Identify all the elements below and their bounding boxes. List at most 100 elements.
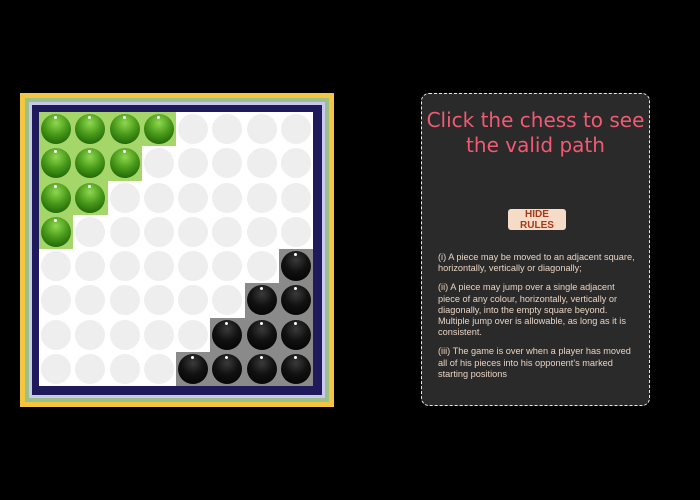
board-cell[interactable] — [210, 215, 244, 249]
board-cell[interactable] — [73, 249, 107, 283]
board-cell[interactable] — [210, 249, 244, 283]
empty-spot[interactable] — [109, 251, 140, 282]
board-cell[interactable] — [279, 215, 313, 249]
board-cell[interactable] — [39, 180, 74, 215]
black-piece[interactable] — [246, 285, 277, 316]
black-piece[interactable] — [212, 353, 243, 384]
hide-rules-button[interactable]: HIDE RULES — [508, 209, 566, 231]
empty-spot[interactable] — [280, 182, 311, 213]
empty-spot[interactable] — [109, 182, 140, 213]
empty-spot[interactable] — [41, 353, 72, 384]
board-cell[interactable] — [73, 146, 108, 181]
board-cell[interactable] — [39, 318, 73, 352]
green-piece[interactable] — [75, 114, 106, 145]
empty-spot[interactable] — [75, 319, 106, 350]
board-cell[interactable] — [107, 146, 142, 181]
empty-spot[interactable] — [212, 216, 243, 247]
empty-spot[interactable] — [143, 182, 174, 213]
board-cell[interactable] — [210, 112, 244, 146]
empty-spot[interactable] — [280, 148, 311, 179]
empty-spot[interactable] — [109, 353, 140, 384]
board-cell[interactable] — [142, 249, 176, 283]
board-cell[interactable] — [176, 181, 210, 215]
board-cell[interactable] — [210, 351, 245, 386]
empty-spot[interactable] — [109, 319, 140, 350]
empty-spot[interactable] — [143, 353, 174, 384]
green-piece[interactable] — [41, 148, 72, 179]
board-cell[interactable] — [278, 351, 313, 386]
board-cell[interactable] — [279, 112, 313, 146]
board-cell[interactable] — [73, 215, 107, 249]
board-cell[interactable] — [39, 283, 73, 317]
empty-spot[interactable] — [212, 114, 243, 145]
black-piece[interactable] — [178, 353, 209, 384]
black-piece[interactable] — [212, 319, 243, 350]
empty-spot[interactable] — [246, 182, 277, 213]
black-piece[interactable] — [280, 285, 311, 316]
board-cell[interactable] — [108, 215, 142, 249]
board-cell[interactable] — [39, 146, 74, 181]
black-piece[interactable] — [280, 319, 311, 350]
board-cell[interactable] — [108, 283, 142, 317]
empty-spot[interactable] — [178, 216, 209, 247]
board-cell[interactable] — [210, 317, 245, 352]
empty-spot[interactable] — [246, 114, 277, 145]
black-piece[interactable] — [246, 353, 277, 384]
empty-spot[interactable] — [280, 216, 311, 247]
empty-spot[interactable] — [75, 285, 106, 316]
board-cell[interactable] — [73, 112, 108, 147]
green-piece[interactable] — [109, 114, 140, 145]
empty-spot[interactable] — [212, 148, 243, 179]
board-cell[interactable] — [73, 318, 107, 352]
board-cell[interactable] — [39, 249, 73, 283]
board-cell[interactable] — [39, 214, 74, 249]
board-cell[interactable] — [244, 283, 279, 318]
board-cell[interactable] — [245, 181, 279, 215]
board-cell[interactable] — [141, 112, 176, 147]
green-piece[interactable] — [41, 182, 72, 213]
green-piece[interactable] — [41, 114, 72, 145]
empty-spot[interactable] — [280, 114, 311, 145]
board-cell[interactable] — [176, 283, 210, 317]
board-cell[interactable] — [278, 249, 313, 284]
board-cell[interactable] — [278, 317, 313, 352]
empty-spot[interactable] — [109, 285, 140, 316]
empty-spot[interactable] — [75, 216, 106, 247]
board-cell[interactable] — [244, 351, 279, 386]
black-piece[interactable] — [280, 353, 311, 384]
board-cell[interactable] — [245, 215, 279, 249]
board-cell[interactable] — [278, 283, 313, 318]
board-cell[interactable] — [245, 249, 279, 283]
green-piece[interactable] — [41, 216, 72, 247]
board-cell[interactable] — [210, 181, 244, 215]
empty-spot[interactable] — [178, 285, 209, 316]
green-piece[interactable] — [109, 148, 140, 179]
board-cell[interactable] — [142, 215, 176, 249]
empty-spot[interactable] — [178, 114, 209, 145]
board-cell[interactable] — [176, 146, 210, 180]
empty-spot[interactable] — [41, 285, 72, 316]
empty-spot[interactable] — [143, 251, 174, 282]
board-cell[interactable] — [39, 112, 74, 147]
board-cell[interactable] — [244, 317, 279, 352]
empty-spot[interactable] — [75, 353, 106, 384]
empty-spot[interactable] — [143, 285, 174, 316]
green-piece[interactable] — [143, 114, 174, 145]
board-cell[interactable] — [176, 215, 210, 249]
board-cell[interactable] — [245, 146, 279, 180]
empty-spot[interactable] — [178, 251, 209, 282]
empty-spot[interactable] — [212, 285, 243, 316]
board-cell[interactable] — [245, 112, 279, 146]
black-piece[interactable] — [280, 251, 311, 282]
empty-spot[interactable] — [178, 182, 209, 213]
board-cell[interactable] — [210, 146, 244, 180]
board-cell[interactable] — [142, 318, 176, 352]
empty-spot[interactable] — [212, 251, 243, 282]
green-piece[interactable] — [75, 148, 106, 179]
empty-spot[interactable] — [212, 182, 243, 213]
board-cell[interactable] — [107, 112, 142, 147]
board-cell[interactable] — [73, 352, 107, 386]
empty-spot[interactable] — [75, 251, 106, 282]
board-cell[interactable] — [142, 352, 176, 386]
board-cell[interactable] — [176, 318, 210, 352]
